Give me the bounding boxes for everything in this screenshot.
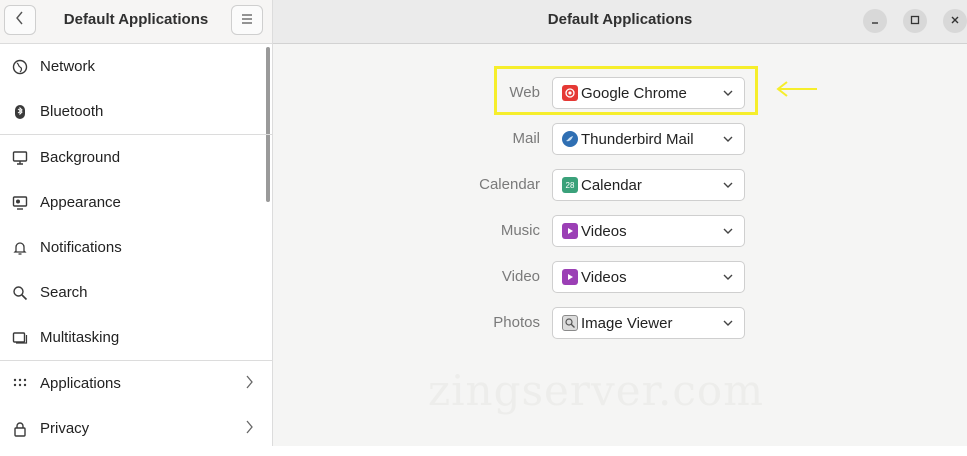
bell-icon	[12, 240, 28, 256]
default-applications-panel: zingserver.com Web Google Chrome Mail Th…	[273, 44, 967, 446]
chevron-down-icon	[722, 270, 734, 287]
sidebar: Default Applications Network Bluetooth B	[0, 0, 273, 446]
calendar-label: Calendar	[479, 176, 540, 193]
sidebar-item-multitasking[interactable]: Multitasking	[0, 315, 272, 360]
videos-icon	[562, 223, 578, 239]
sidebar-item-label: Appearance	[40, 194, 121, 211]
video-row: Video Videos	[273, 261, 967, 293]
calendar-row: Calendar 28 Calendar	[273, 169, 967, 201]
appearance-icon	[12, 195, 28, 211]
sidebar-item-label: Applications	[40, 375, 121, 392]
chevron-down-icon	[722, 132, 734, 149]
maximize-button[interactable]	[903, 9, 927, 33]
sidebar-item-network[interactable]: Network	[0, 44, 272, 89]
minimize-icon	[870, 14, 880, 28]
chevron-down-icon	[722, 316, 734, 333]
image-viewer-icon	[562, 315, 578, 331]
sidebar-item-applications[interactable]: Applications	[0, 361, 272, 406]
minimize-button[interactable]	[863, 9, 887, 33]
chevron-right-icon	[246, 375, 254, 393]
back-button[interactable]	[4, 5, 36, 35]
sidebar-item-bluetooth[interactable]: Bluetooth	[0, 89, 272, 134]
search-icon	[12, 285, 28, 301]
music-dropdown-value: Videos	[581, 222, 627, 240]
sidebar-item-privacy[interactable]: Privacy	[0, 406, 272, 451]
watermark: zingserver.com	[428, 366, 765, 415]
web-dropdown-value: Google Chrome	[581, 84, 687, 102]
sidebar-title: Default Applications	[63, 11, 209, 28]
photos-dropdown[interactable]: Image Viewer	[552, 307, 745, 339]
calendar-icon: 28	[562, 177, 578, 193]
mail-label: Mail	[512, 130, 540, 147]
sidebar-item-appearance[interactable]: Appearance	[0, 180, 272, 225]
chevron-left-icon	[15, 11, 25, 30]
main-header: Default Applications	[273, 0, 967, 44]
chevron-right-icon	[246, 420, 254, 438]
display-icon	[12, 150, 28, 166]
mail-dropdown[interactable]: Thunderbird Mail	[552, 123, 745, 155]
sidebar-item-label: Network	[40, 58, 96, 75]
thunderbird-icon	[562, 131, 578, 147]
sidebar-item-label: Notifications	[40, 239, 122, 256]
chevron-down-icon	[722, 86, 734, 103]
mail-dropdown-value: Thunderbird Mail	[581, 130, 694, 148]
sidebar-list: Network Bluetooth Background Appearance	[0, 44, 272, 451]
hamburger-icon	[241, 11, 253, 29]
sidebar-item-label: Multitasking	[40, 329, 120, 346]
sidebar-item-label: Privacy	[40, 420, 90, 437]
bottom-strip	[0, 446, 967, 456]
photos-dropdown-value: Image Viewer	[581, 314, 673, 332]
photos-row: Photos Image Viewer	[273, 307, 967, 339]
sidebar-item-background[interactable]: Background	[0, 135, 272, 180]
sidebar-item-search[interactable]: Search	[0, 270, 272, 315]
music-row: Music Videos	[273, 215, 967, 247]
chevron-down-icon	[722, 178, 734, 195]
photos-label: Photos	[493, 314, 540, 331]
sidebar-item-label: Search	[40, 284, 88, 301]
music-dropdown[interactable]: Videos	[552, 215, 745, 247]
sidebar-header: Default Applications	[0, 0, 272, 44]
chrome-icon	[562, 85, 578, 101]
web-label: Web	[509, 84, 540, 101]
lock-icon	[12, 421, 28, 437]
calendar-icon-day: 28	[565, 180, 575, 190]
sidebar-item-label: Bluetooth	[40, 103, 104, 120]
menu-button[interactable]	[231, 5, 263, 35]
videos-icon	[562, 269, 578, 285]
video-label: Video	[501, 268, 540, 285]
sidebar-item-notifications[interactable]: Notifications	[0, 225, 272, 270]
grid-icon	[12, 376, 28, 392]
globe-icon	[12, 59, 28, 75]
maximize-icon	[910, 14, 920, 28]
calendar-dropdown-value: Calendar	[581, 176, 642, 194]
music-label: Music	[500, 222, 540, 239]
mail-row: Mail Thunderbird Mail	[273, 123, 967, 155]
close-icon	[950, 14, 960, 28]
video-dropdown-value: Videos	[581, 268, 627, 286]
bluetooth-icon	[12, 104, 28, 120]
video-dropdown[interactable]: Videos	[552, 261, 745, 293]
close-button[interactable]	[943, 9, 967, 33]
sidebar-item-label: Background	[40, 149, 121, 166]
web-dropdown[interactable]: Google Chrome	[552, 77, 745, 109]
chevron-down-icon	[722, 224, 734, 241]
multitasking-icon	[12, 330, 28, 346]
web-row: Web Google Chrome	[273, 77, 967, 109]
calendar-dropdown[interactable]: 28 Calendar	[552, 169, 745, 201]
